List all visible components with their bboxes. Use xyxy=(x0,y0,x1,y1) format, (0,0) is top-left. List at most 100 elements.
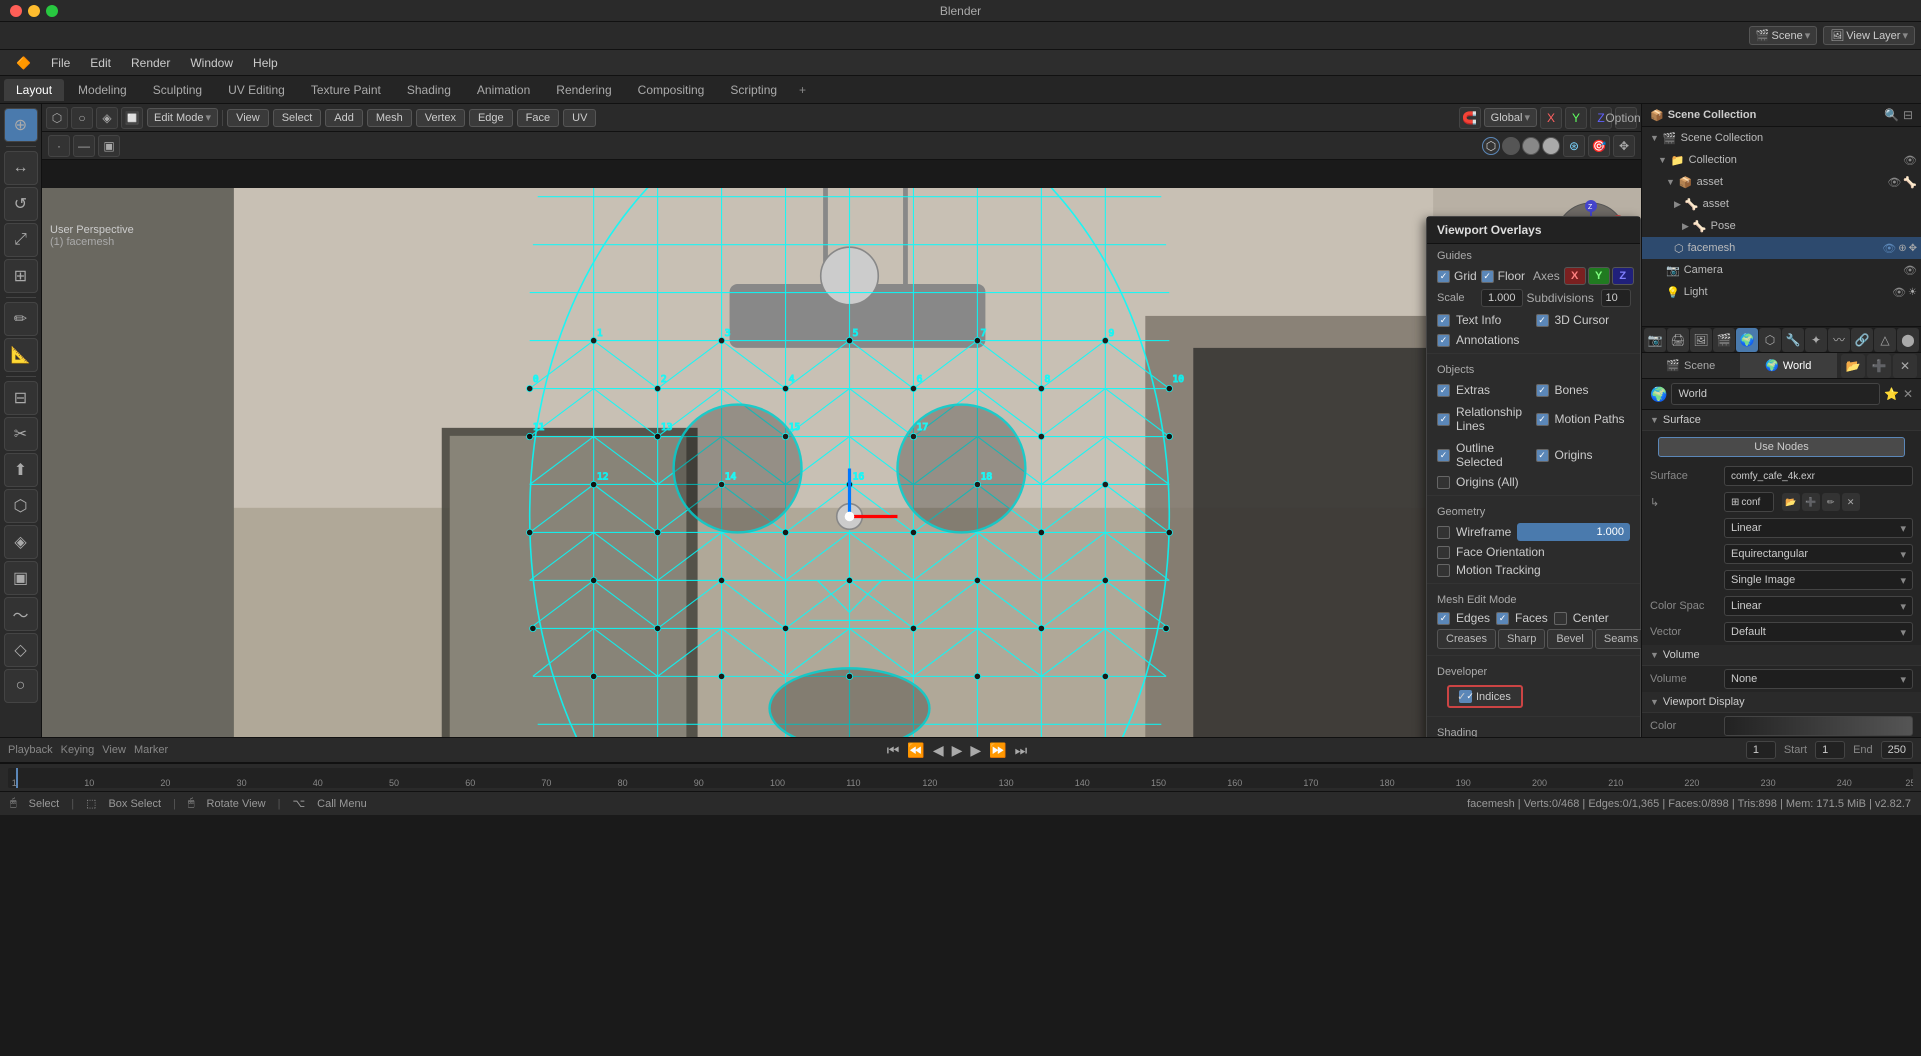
play-button[interactable]: ▶ xyxy=(952,742,963,759)
indices-button[interactable]: ✓ Indices xyxy=(1447,685,1523,708)
menu-blender[interactable]: 🔶 xyxy=(8,54,39,72)
facemesh-row[interactable]: ⬡ facemesh 👁 ⊕ ✥ xyxy=(1642,237,1921,259)
equirectangular-dropdown[interactable]: Equirectangular xyxy=(1724,544,1913,564)
light-eye[interactable]: 👁 xyxy=(1892,286,1906,299)
overlays-toggle[interactable]: ⊛ xyxy=(1563,135,1585,157)
light-row[interactable]: 💡 Light 👁 ☀ xyxy=(1642,281,1921,303)
jump-start-button[interactable]: ⏮ xyxy=(887,742,900,759)
playback-menu[interactable]: Playback xyxy=(8,744,53,756)
bevel-tab[interactable]: Bevel xyxy=(1547,629,1593,649)
wireframe-slider[interactable]: 1.000 xyxy=(1517,523,1630,541)
vector-dropdown[interactable]: Default xyxy=(1724,622,1913,642)
wireframe-shading[interactable]: ⬡ xyxy=(1482,137,1500,155)
use-nodes-button[interactable]: Use Nodes xyxy=(1658,437,1905,457)
vertex-menu[interactable]: Vertex xyxy=(416,109,465,127)
scale-tool-button[interactable]: ⤢ xyxy=(4,223,38,257)
cursor-3d-checkbox[interactable] xyxy=(1536,314,1549,327)
collection-item-row[interactable]: ▼ 📁 Collection 👁 xyxy=(1642,149,1921,171)
pose-row[interactable]: ▶ 🦴 Pose xyxy=(1642,215,1921,237)
filter-collection-icon[interactable]: ⊟ xyxy=(1903,108,1913,122)
marker-menu[interactable]: Marker xyxy=(134,744,168,756)
browse-world-icon[interactable]: 📂 xyxy=(1841,354,1865,378)
world-unlink-icon[interactable]: ✕ xyxy=(1903,387,1913,401)
view-layer-props-tab[interactable]: 🖼 xyxy=(1690,328,1712,352)
inset-button[interactable]: ⬡ xyxy=(4,489,38,523)
smooth-button[interactable]: 〜 xyxy=(4,597,38,631)
material-shading[interactable] xyxy=(1522,137,1540,155)
center-checkbox[interactable] xyxy=(1554,612,1567,625)
seams-tab[interactable]: Seams xyxy=(1595,629,1641,649)
menu-file[interactable]: File xyxy=(43,54,78,72)
rendered-shading[interactable] xyxy=(1542,137,1560,155)
header-icon1[interactable]: ⬡ xyxy=(46,107,68,129)
world-fake-user-icon[interactable]: ⭐ xyxy=(1884,387,1899,401)
camera-eye[interactable]: 👁 xyxy=(1903,264,1917,277)
tab-modeling[interactable]: Modeling xyxy=(66,79,139,101)
next-frame-button[interactable]: ▶ xyxy=(970,742,981,759)
rotate-tool-button[interactable]: ↺ xyxy=(4,187,38,221)
menu-render[interactable]: Render xyxy=(123,54,178,72)
modifier-props-tab[interactable]: 🔧 xyxy=(1782,328,1804,352)
gizmo-toggle[interactable]: 🎯 xyxy=(1588,135,1610,157)
extrude-button[interactable]: ⬆ xyxy=(4,453,38,487)
current-frame-field[interactable]: 1 xyxy=(1746,741,1776,759)
con-delete-icon[interactable]: ✕ xyxy=(1842,493,1860,511)
scene-props-tab[interactable]: 🎬 xyxy=(1713,328,1735,352)
transform-toggle[interactable]: ✥ xyxy=(1613,135,1635,157)
volume-section[interactable]: ▼ Volume xyxy=(1642,645,1921,666)
y-axis-constraint[interactable]: Y xyxy=(1565,107,1587,129)
add-workspace-button[interactable]: + xyxy=(791,79,814,101)
object-props-tab[interactable]: ⬡ xyxy=(1759,328,1781,352)
object-data-tab[interactable]: △ xyxy=(1874,328,1896,352)
faces-checkbox[interactable] xyxy=(1496,612,1509,625)
transform-tool-button[interactable]: ⊞ xyxy=(4,259,38,293)
edges-checkbox[interactable] xyxy=(1437,612,1450,625)
view-menu-pb[interactable]: View xyxy=(102,744,126,756)
world-name-field[interactable]: World xyxy=(1671,383,1880,405)
start-frame-field[interactable]: 1 xyxy=(1815,741,1845,759)
tab-shading[interactable]: Shading xyxy=(395,79,463,101)
uv-menu[interactable]: UV xyxy=(563,109,596,127)
motion-paths-checkbox[interactable] xyxy=(1536,413,1549,426)
constraints-tab[interactable]: 🔗 xyxy=(1851,328,1873,352)
render-props-tab[interactable]: 📷 xyxy=(1644,328,1666,352)
single-image-dropdown[interactable]: Single Image xyxy=(1724,570,1913,590)
sharp-tab[interactable]: Sharp xyxy=(1498,629,1545,649)
bevel-button[interactable]: ◈ xyxy=(4,525,38,559)
knife-tool-button[interactable]: ✂ xyxy=(4,417,38,451)
tab-uv-editing[interactable]: UV Editing xyxy=(216,79,297,101)
creases-tab[interactable]: Creases xyxy=(1437,629,1496,649)
tab-layout[interactable]: Layout xyxy=(4,79,64,101)
asset-child-row[interactable]: ▶ 🦴 asset xyxy=(1642,193,1921,215)
annotate-tool-button[interactable]: ✏ xyxy=(4,302,38,336)
color-picker-preview[interactable] xyxy=(1724,716,1913,736)
world-tab[interactable]: 🌍 World xyxy=(1740,353,1838,378)
menu-window[interactable]: Window xyxy=(182,54,241,72)
asset-eye-icon[interactable]: 👁 xyxy=(1887,176,1901,189)
relationship-lines-checkbox[interactable] xyxy=(1437,413,1450,426)
mode-dropdown[interactable]: Edit Mode xyxy=(147,108,218,127)
color-space-dropdown[interactable]: Linear xyxy=(1724,596,1913,616)
wireframe-checkbox[interactable] xyxy=(1437,526,1450,539)
shear-button[interactable]: ◇ xyxy=(4,633,38,667)
con-edit-icon[interactable]: ✏ xyxy=(1822,493,1840,511)
maximize-button[interactable] xyxy=(46,5,58,17)
add-menu[interactable]: Add xyxy=(325,109,363,127)
snap-icon[interactable]: 🧲 xyxy=(1459,107,1481,129)
to-sphere-button[interactable]: ○ xyxy=(4,669,38,703)
extras-checkbox[interactable] xyxy=(1437,384,1450,397)
con-open-icon[interactable]: 📂 xyxy=(1782,493,1800,511)
options-button[interactable]: Options xyxy=(1615,107,1637,129)
origins-checkbox[interactable] xyxy=(1536,449,1549,462)
move-tool-button[interactable]: ↔ xyxy=(4,151,38,185)
outline-selected-checkbox[interactable] xyxy=(1437,449,1450,462)
axis-x-button[interactable]: X xyxy=(1564,267,1586,285)
delete-world-icon[interactable]: ✕ xyxy=(1893,354,1917,378)
face-menu[interactable]: Face xyxy=(517,109,559,127)
global-dropdown[interactable]: Global xyxy=(1484,108,1537,127)
facemesh-eye[interactable]: 👁 xyxy=(1882,242,1896,255)
floor-checkbox[interactable] xyxy=(1481,270,1494,283)
measure-tool-button[interactable]: 📐 xyxy=(4,338,38,372)
tab-rendering[interactable]: Rendering xyxy=(544,79,623,101)
volume-dropdown[interactable]: None xyxy=(1724,669,1913,689)
